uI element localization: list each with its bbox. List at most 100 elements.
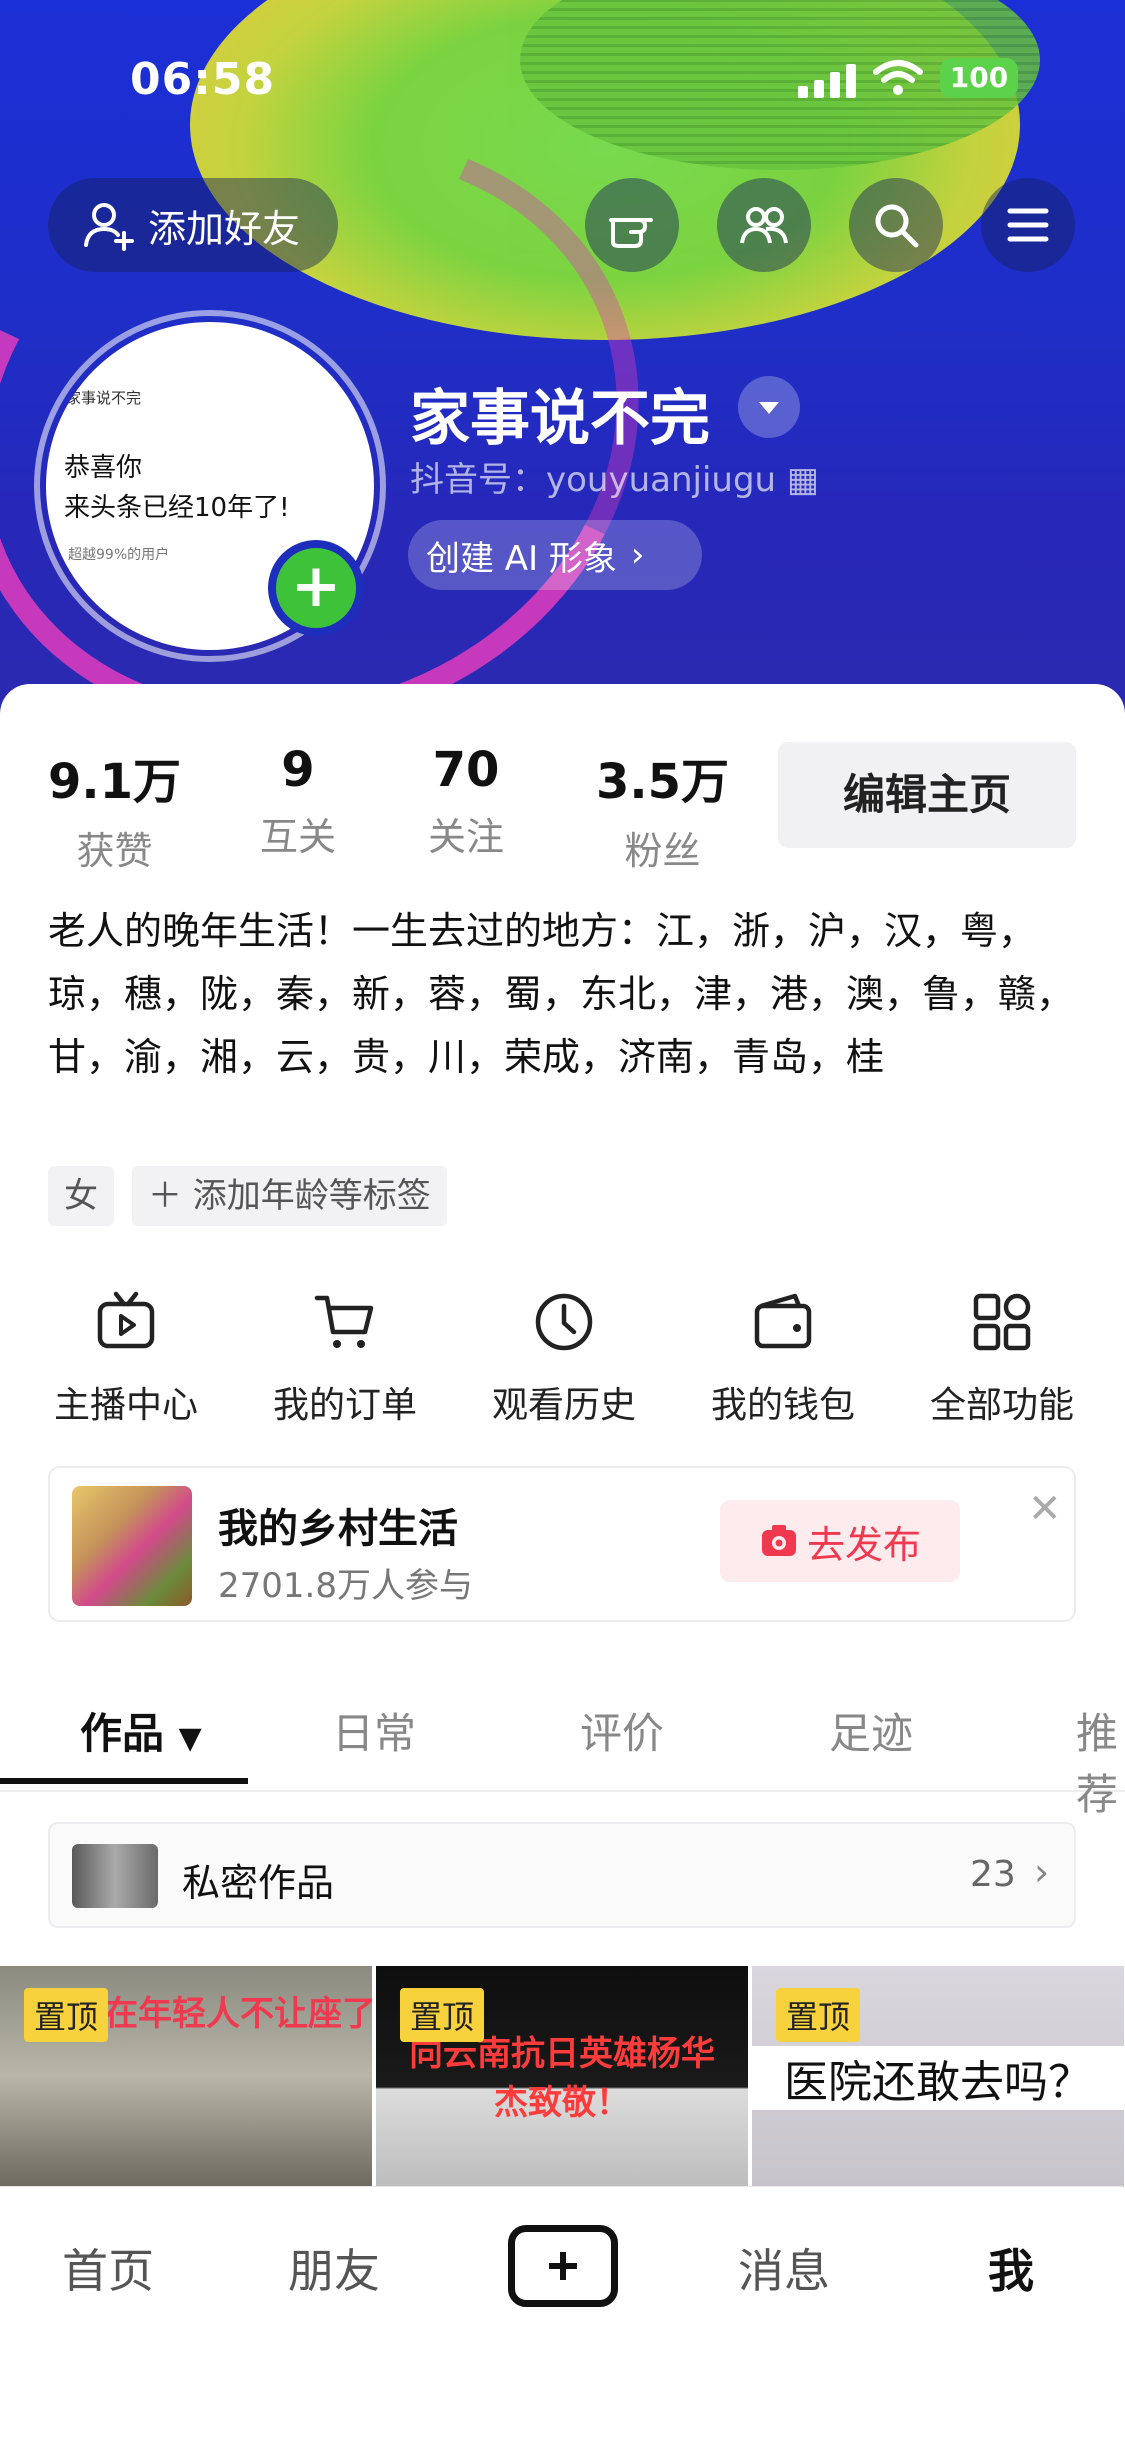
publish-button[interactable]: 去发布 (720, 1500, 960, 1582)
stat-mutual[interactable]: 9 互关 (260, 742, 336, 861)
menu-button[interactable] (981, 178, 1075, 272)
feature-label: 主播中心 (53, 1385, 198, 1426)
add-friend-button[interactable]: 添加好友 (48, 178, 338, 272)
pinned-badge: 置顶 (24, 1988, 109, 2042)
tab-label: 作品 (80, 1709, 165, 1758)
clock-icon (535, 1293, 593, 1351)
status-bar: 06:58 100 (0, 50, 1125, 110)
feature-wallet[interactable]: 我的钱包 (683, 1290, 883, 1428)
tab-works[interactable]: 作品 ▼ (80, 1700, 202, 1761)
chevron-right-icon: › (630, 535, 645, 575)
close-icon[interactable]: ✕ (1028, 1486, 1062, 1532)
banner-subtitle: 2701.8万人参与 (218, 1566, 473, 1606)
tab-footprints[interactable]: 足迹 (829, 1700, 913, 1761)
video-thumbnail[interactable]: 发现在年轻人不让座了 置顶 (0, 1966, 372, 2186)
stats-row: 9.1万获赞 9 互关 70 关注 3.5万粉丝 (0, 742, 760, 873)
ai-button-label: 创建 AI 形象 (426, 538, 617, 579)
avatar-text-name: 家事说不完 (66, 389, 142, 407)
add-story-plus-icon[interactable]: + (268, 540, 364, 636)
stat-label: 互关 (260, 815, 337, 859)
private-works-row[interactable]: 私密作品 23 › (48, 1822, 1076, 1928)
chevron-right-icon: › (1034, 1850, 1050, 1894)
nav-me[interactable]: 我 (988, 2235, 1034, 2301)
banner-title: 我的乡村生活 (218, 1506, 458, 1552)
qr-code-icon[interactable]: ▦ (787, 460, 819, 500)
add-tag-button[interactable]: ＋ 添加年龄等标签 (132, 1166, 447, 1226)
stat-value: 3.5万 (596, 754, 730, 810)
status-time: 06:58 (130, 54, 276, 105)
group-icon (740, 207, 788, 244)
stat-value: 9.1万 (48, 754, 182, 810)
douyin-id[interactable]: 抖音号：youyuanjiugu ▦ (410, 452, 819, 501)
battery-indicator: 100 (940, 58, 1018, 98)
video-grid: 发现在年轻人不让座了 置顶 向云南抗日英雄杨华杰致敬！ 置顶 医院还敢去吗？ 置… (0, 1966, 1125, 2186)
search-button[interactable] (849, 178, 943, 272)
feature-label: 观看历史 (491, 1385, 636, 1426)
cellular-signal-icon (798, 64, 858, 98)
edit-profile-button[interactable]: 编辑主页 (778, 742, 1076, 848)
caret-down-icon: ▼ (178, 1721, 202, 1756)
bottom-navigation: 首页 朋友 消息 我 (0, 2186, 1125, 2437)
friends-button[interactable] (717, 178, 811, 272)
stat-following[interactable]: 70 关注 (428, 742, 504, 861)
profile-bio[interactable]: 老人的晚年生活！一生去过的地方：江，浙，沪，汉，粤，琼，穗，陇，秦，新，蓉，蜀，… (48, 900, 1078, 1089)
account-switch-dropdown-icon[interactable] (738, 376, 800, 438)
stat-value: 9 (281, 742, 315, 798)
gesture-button[interactable] (585, 178, 679, 272)
feature-orders[interactable]: 我的订单 (245, 1290, 445, 1428)
pinned-badge: 置顶 (776, 1988, 861, 2042)
lock-icon (72, 1844, 158, 1908)
content-tabs: 作品 ▼ 日常 评价 足迹 推荐 (0, 1690, 1125, 1819)
hand-point-icon (609, 218, 653, 248)
add-friend-label: 添加好友 (148, 206, 301, 251)
nav-friends[interactable]: 朋友 (288, 2235, 380, 2301)
video-thumbnail[interactable]: 向云南抗日英雄杨华杰致敬！ 置顶 (376, 1966, 748, 2186)
avatar-text-rank: 超越99%的用户 (68, 547, 170, 563)
menu-icon (1007, 208, 1049, 242)
stat-label: 获赞 (76, 829, 153, 873)
feature-live-center[interactable]: 主播中心 (26, 1290, 226, 1428)
feature-label: 全部功能 (929, 1385, 1074, 1426)
gender-tag[interactable]: 女 (48, 1166, 114, 1226)
search-icon (875, 204, 919, 248)
create-ai-avatar-button[interactable]: 创建 AI 形象 › (408, 520, 702, 590)
feature-history[interactable]: 观看历史 (464, 1290, 664, 1428)
stat-label: 关注 (428, 815, 505, 859)
video-thumbnail[interactable]: 医院还敢去吗？ 置顶 (752, 1966, 1124, 2186)
private-works-count: 23 (970, 1854, 1016, 1895)
topic-banner[interactable]: 我的乡村生活 2701.8万人参与 去发布 ✕ (48, 1466, 1076, 1622)
stat-followers[interactable]: 3.5万粉丝 (596, 742, 729, 875)
publish-button-label: 去发布 (806, 1522, 921, 1567)
wallet-icon (754, 1293, 812, 1349)
stat-label: 粉丝 (624, 829, 701, 873)
tab-reviews[interactable]: 评价 (580, 1700, 664, 1761)
add-user-icon (84, 203, 134, 251)
profile-header: 06:58 100 添加好友 家事说不完 恭喜你 来头条已经10年了! 超越99… (0, 0, 1125, 720)
grid-icon (973, 1293, 1031, 1351)
feature-shortcuts: 主播中心 我的订单 观看历史 我的钱包 全部功能 (20, 1290, 1110, 1430)
avatar-text-years: 来头条已经10年了! (64, 493, 290, 523)
banner-thumbnail (72, 1486, 192, 1606)
cart-icon (314, 1295, 374, 1348)
profile-tags: 女 ＋ 添加年龄等标签 (48, 1166, 465, 1226)
feature-all[interactable]: 全部功能 (902, 1290, 1102, 1428)
avatar-text-congrats: 恭喜你 (64, 453, 143, 483)
private-works-label: 私密作品 (182, 1861, 335, 1905)
stat-value: 70 (432, 742, 500, 798)
feature-label: 我的订单 (272, 1385, 417, 1426)
create-post-plus-icon[interactable] (508, 2225, 618, 2307)
wifi-icon (873, 60, 923, 95)
camera-icon (761, 1525, 796, 1556)
tv-play-icon (97, 1291, 155, 1349)
tab-recommend[interactable]: 推荐 (1076, 1700, 1125, 1822)
video-caption: 医院还敢去吗？ (752, 2046, 1124, 2110)
feature-label: 我的钱包 (710, 1385, 855, 1426)
tab-daily[interactable]: 日常 (332, 1700, 416, 1761)
active-tab-indicator (0, 1778, 248, 1784)
stat-likes[interactable]: 9.1万获赞 (48, 742, 181, 875)
profile-nickname: 家事说不完 (410, 384, 710, 454)
nav-home[interactable]: 首页 (62, 2235, 154, 2301)
pinned-badge: 置顶 (400, 1988, 485, 2042)
douyin-id-text: 抖音号：youyuanjiugu (410, 460, 777, 500)
nav-messages[interactable]: 消息 (738, 2235, 830, 2301)
